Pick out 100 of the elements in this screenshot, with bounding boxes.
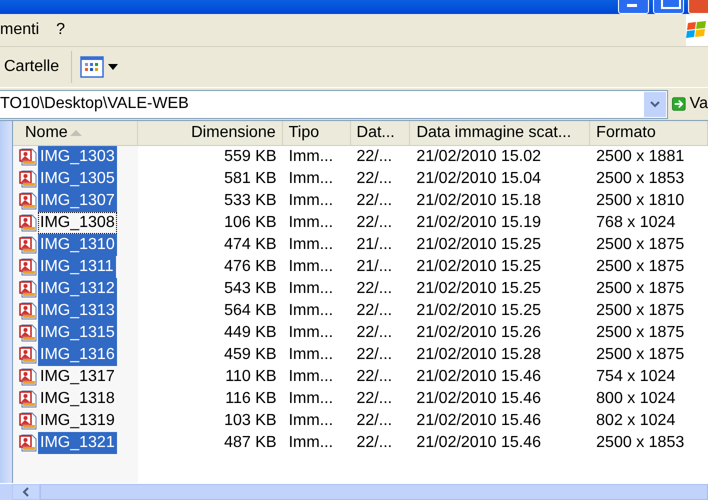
file-name[interactable]: IMG_1319 [38,410,117,432]
table-cell: 22/... [356,214,392,232]
table-cell: 106 KB [224,214,277,232]
table-cell: 802 x 1024 [596,412,676,430]
table-cell: 543 KB [224,280,277,298]
table-cell: 21/02/2010 15.46 [416,390,541,408]
scroll-corner [0,484,12,500]
table-cell: 22/... [356,412,392,430]
column-header[interactable]: Dimensione [138,121,283,145]
go-button[interactable]: Va [668,94,708,114]
chevron-down-icon [650,100,660,108]
table-cell: Imm... [288,302,334,320]
table-cell: Imm... [288,368,334,386]
menu-item[interactable]: ? [50,21,76,39]
table-cell: 22/... [356,434,392,452]
sort-arrow-icon [68,129,83,137]
file-name[interactable]: IMG_1318 [38,388,117,410]
file-name[interactable]: IMG_1307 [38,190,117,212]
column-header[interactable]: Dat... [350,121,410,145]
table-cell: 21/02/2010 15.19 [416,214,541,232]
table-cell: 474 KB [224,236,277,254]
view-grid-icon [80,55,104,79]
table-cell: 22/... [356,148,392,166]
table-cell: Imm... [288,214,334,232]
table-cell: 21/02/2010 15.18 [416,192,541,210]
image-file-icon [19,170,37,188]
image-file-icon [19,302,37,320]
table-cell: 21/... [356,236,392,254]
table-cell: 2500 x 1853 [596,434,684,452]
table-cell: 22/... [356,368,392,386]
folders-button[interactable]: Cartelle [0,54,66,80]
table-cell: 581 KB [224,170,277,188]
table-cell: 2500 x 1875 [596,302,684,320]
table-cell: 22/... [356,390,392,408]
menu-item[interactable]: menti [0,21,50,39]
table-cell: Imm... [288,148,334,166]
image-file-icon [19,192,37,210]
table-cell: 22/... [356,280,392,298]
table-cell: 2500 x 1810 [596,192,684,210]
table-cell: 22/... [356,302,392,320]
table-cell: 21/02/2010 15.04 [416,170,541,188]
file-name[interactable]: IMG_1310 [38,234,117,256]
image-file-icon [19,236,37,254]
table-cell: 21/02/2010 15.26 [416,324,541,342]
table-cell: Imm... [288,258,334,276]
table-cell: 22/... [356,192,392,210]
chevron-left-icon [21,487,31,497]
caret-icon [107,63,120,71]
scroll-left-button[interactable] [12,484,40,500]
table-cell: 2500 x 1875 [596,280,684,298]
image-file-icon [19,324,37,342]
file-name[interactable]: IMG_1303 [38,146,117,168]
table-cell: 564 KB [224,302,277,320]
column-header[interactable]: Data immagine scat... [410,121,590,145]
table-cell: 22/... [356,324,392,342]
table-cell: 110 KB [225,368,277,386]
table-cell: 21/... [356,258,392,276]
image-file-icon [19,412,37,430]
file-name[interactable]: IMG_1305 [38,168,117,190]
table-cell: 2500 x 1875 [596,324,684,342]
table-cell: 21/02/2010 15.28 [416,346,541,364]
table-cell: 2500 x 1881 [596,148,684,166]
table-cell: 21/02/2010 15.02 [416,148,541,166]
table-cell: 21/02/2010 15.25 [416,258,541,276]
table-cell: 116 KB [225,390,277,408]
column-header[interactable]: Nome [13,121,138,145]
file-name[interactable]: IMG_1315 [38,322,117,344]
table-cell: Imm... [288,236,334,254]
file-name[interactable]: IMG_1313 [38,300,117,322]
image-file-icon [19,280,37,298]
table-cell: 21/02/2010 15.46 [416,434,541,452]
column-header[interactable]: Formato [590,121,708,145]
table-cell: 559 KB [224,148,277,166]
table-cell: 533 KB [224,192,277,210]
arrow-right-icon [672,94,686,114]
file-name[interactable]: IMG_1321 [38,432,117,454]
column-header[interactable]: Tipo [282,121,351,145]
table-cell: 449 KB [224,324,277,342]
table-cell: 768 x 1024 [596,214,676,232]
table-cell: Imm... [288,412,334,430]
address-field[interactable]: TO10\Desktop\VALE-WEB [0,90,668,118]
table-cell: 21/02/2010 15.25 [416,302,541,320]
table-cell: Imm... [288,390,334,408]
file-name[interactable]: IMG_1317 [38,366,117,388]
table-cell: 21/02/2010 15.46 [416,412,541,430]
file-name[interactable]: IMG_1316 [38,344,117,366]
image-file-icon [19,258,37,276]
table-cell: 459 KB [224,346,277,364]
flag-logo-icon [686,19,708,41]
image-file-icon [19,214,37,232]
file-name[interactable]: IMG_1311 [38,256,116,278]
image-file-icon [19,346,37,364]
file-name[interactable]: IMG_1312 [38,278,117,300]
table-cell: Imm... [288,280,334,298]
image-file-icon [19,368,37,386]
image-file-icon [19,148,37,166]
table-cell: 21/02/2010 15.46 [416,368,541,386]
table-cell: Imm... [288,324,334,342]
table-cell: Imm... [288,192,334,210]
image-file-icon [19,390,37,408]
